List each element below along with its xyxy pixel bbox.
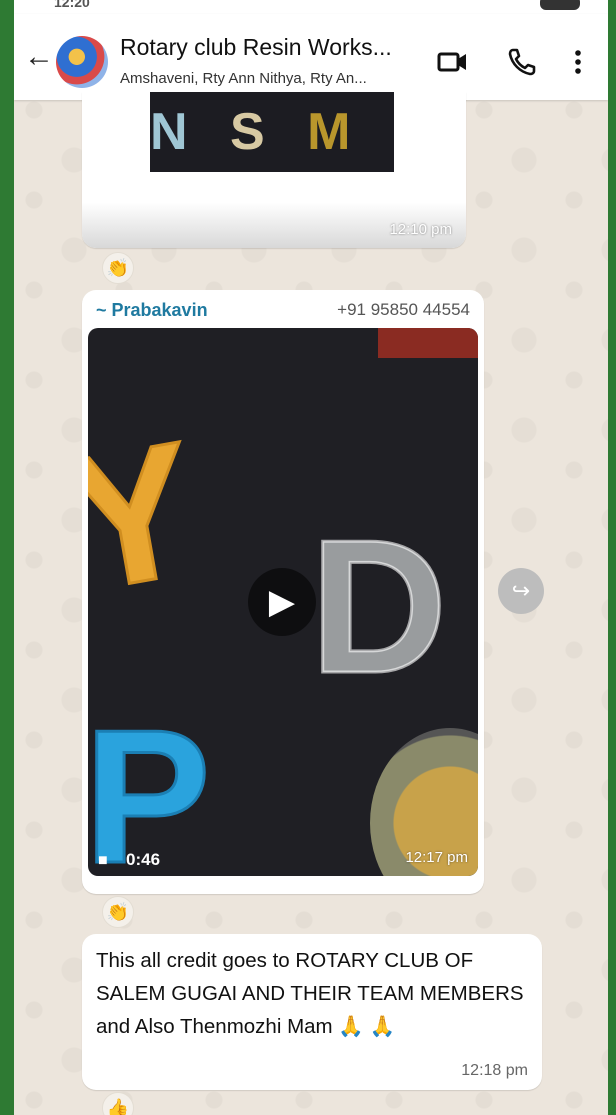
image-letter: S (230, 103, 279, 161)
video-letter: D (308, 500, 448, 715)
sender-phone: +91 95850 44554 (337, 300, 470, 319)
video-background-detail (378, 328, 478, 358)
group-title[interactable]: Rotary club Resin Works... (120, 34, 420, 61)
chat-screen: 12:20 ← Rotary club Resin Works... Amsha… (14, 0, 608, 1115)
status-bar: 12:20 (14, 0, 608, 14)
image-letter: M (307, 103, 365, 161)
image-letter: N (150, 103, 202, 161)
video-duration: 0:46 (126, 850, 161, 869)
forward-icon[interactable]: ↪ (498, 568, 544, 614)
group-members[interactable]: Amshaveni, Rty Ann Nithya, Rty An... (120, 70, 420, 87)
message-image[interactable]: N S M (150, 92, 394, 172)
image-letters: N S M (150, 102, 394, 162)
video-camera-icon: ■ (98, 852, 108, 869)
message-time: 12:17 pm (405, 849, 468, 866)
arrow-left-icon[interactable]: ← (24, 42, 54, 72)
more-vert-icon[interactable] (566, 44, 590, 80)
voice-call-icon[interactable] (504, 44, 540, 80)
message-time: 12:18 pm (461, 1062, 528, 1079)
play-icon[interactable]: ▶ (248, 568, 316, 636)
video-letter: P (88, 690, 212, 877)
video-thumbnail[interactable]: Y D P ▶ ■ 0:46 12:17 pm (88, 328, 478, 876)
clap-reaction[interactable]: 👏 (102, 896, 134, 928)
text-message[interactable]: This all credit goes to ROTARY CLUB OF S… (82, 934, 542, 1090)
chat-header: ← Rotary club Resin Works... Amshaveni, … (14, 14, 608, 100)
group-avatar[interactable] (56, 36, 108, 88)
image-message[interactable]: N S M 12:10 pm (82, 92, 466, 248)
sender-name[interactable]: ~ Prabakavin (96, 300, 208, 321)
battery-icon (540, 0, 580, 10)
video-letter: Y (88, 400, 214, 634)
status-time: 12:20 (54, 0, 90, 10)
message-time: 12:10 pm (389, 221, 452, 238)
video-call-icon[interactable] (434, 44, 470, 80)
video-message[interactable]: ~ Prabakavin +91 95850 44554 Y D P ▶ ■ 0… (82, 290, 484, 894)
message-text: This all credit goes to ROTARY CLUB OF S… (96, 949, 524, 1038)
clap-reaction[interactable]: 👏 (102, 252, 134, 284)
